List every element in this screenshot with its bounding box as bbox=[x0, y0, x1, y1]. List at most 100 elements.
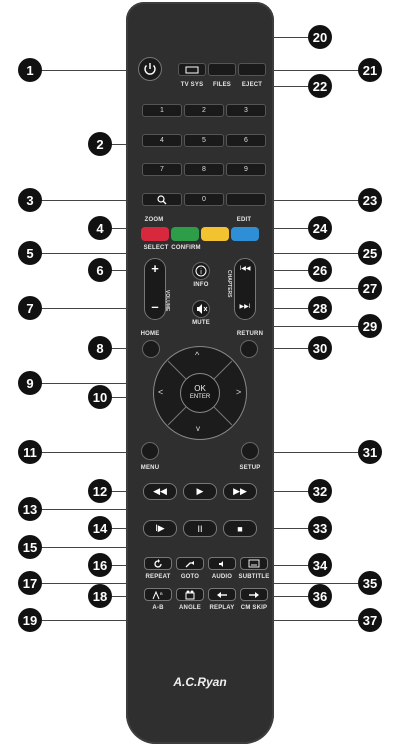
red-key[interactable] bbox=[141, 227, 169, 241]
blue-key[interactable] bbox=[231, 227, 259, 241]
power-icon bbox=[144, 63, 156, 75]
callout-37: 37 bbox=[358, 608, 382, 632]
callout-12: 12 bbox=[88, 479, 112, 503]
right-arrow[interactable]: > bbox=[236, 387, 241, 397]
key-9[interactable]: 9 bbox=[226, 163, 266, 176]
search-button[interactable] bbox=[142, 193, 182, 206]
dpad[interactable]: ^ v < > OK ENTER bbox=[153, 346, 247, 440]
play-button[interactable]: ▶ bbox=[183, 483, 217, 500]
key-2[interactable]: 2 bbox=[184, 104, 224, 117]
subtitle-icon bbox=[248, 559, 260, 568]
goto-icon bbox=[185, 560, 194, 567]
yellow-key[interactable] bbox=[201, 227, 229, 241]
select-label: SELECT bbox=[143, 245, 169, 251]
callout-30: 30 bbox=[308, 336, 332, 360]
fast-forward-button[interactable]: ▶▶ bbox=[223, 483, 257, 500]
files-button[interactable] bbox=[208, 63, 236, 76]
key-5[interactable]: 5 bbox=[184, 134, 224, 147]
chapters-rocker[interactable]: I◀◀ ▶▶I bbox=[234, 258, 256, 320]
mute-icon bbox=[197, 304, 208, 314]
callout-20: 20 bbox=[308, 25, 332, 49]
tvsys-button[interactable] bbox=[178, 63, 206, 76]
stop-button[interactable]: ■ bbox=[223, 520, 257, 537]
info-button[interactable]: i bbox=[192, 262, 210, 280]
tvsys-label: TV SYS bbox=[180, 82, 204, 88]
volume-up-symbol[interactable]: + bbox=[145, 261, 165, 276]
eject-button[interactable] bbox=[238, 63, 266, 76]
audio-button[interactable] bbox=[208, 557, 236, 570]
callout-32: 32 bbox=[308, 479, 332, 503]
mute-button[interactable] bbox=[192, 300, 210, 318]
callout-27: 27 bbox=[358, 276, 382, 300]
callout-21: 21 bbox=[358, 58, 382, 82]
callout-22: 22 bbox=[308, 74, 332, 98]
callout-4: 4 bbox=[88, 216, 112, 240]
key-4[interactable]: 4 bbox=[142, 134, 182, 147]
rewind-button[interactable]: ◀◀ bbox=[143, 483, 177, 500]
return-label: RETURN bbox=[236, 331, 264, 337]
ab-repeat-button[interactable]: B bbox=[144, 588, 172, 601]
camera-icon bbox=[185, 590, 195, 599]
search-icon bbox=[157, 194, 167, 204]
remote-diagram: TV SYS FILES EJECT 1 2 3 4 5 6 7 8 9 0 Z… bbox=[0, 0, 401, 746]
callout-14: 14 bbox=[88, 516, 112, 540]
pause-button[interactable]: II bbox=[183, 520, 217, 537]
volume-down-symbol[interactable]: – bbox=[145, 299, 165, 314]
goto-button[interactable] bbox=[176, 557, 204, 570]
callout-31: 31 bbox=[358, 440, 382, 464]
callout-25: 25 bbox=[358, 241, 382, 265]
key-8[interactable]: 8 bbox=[184, 163, 224, 176]
ok-enter-button[interactable]: OK ENTER bbox=[180, 373, 220, 413]
menu-label: MENU bbox=[140, 465, 160, 471]
angle-button[interactable] bbox=[176, 588, 204, 601]
step-button[interactable]: I▶ bbox=[143, 520, 177, 537]
callout-28: 28 bbox=[308, 296, 332, 320]
repeat-label: REPEAT bbox=[145, 574, 171, 580]
volume-rocker[interactable]: + – bbox=[144, 258, 166, 320]
ok-label: OK bbox=[194, 384, 206, 393]
key-7[interactable]: 7 bbox=[142, 163, 182, 176]
down-arrow[interactable]: v bbox=[196, 424, 200, 433]
callout-35: 35 bbox=[358, 571, 382, 595]
left-arrow[interactable]: < bbox=[158, 387, 163, 397]
callout-33: 33 bbox=[308, 516, 332, 540]
callout-24: 24 bbox=[308, 216, 332, 240]
key-3[interactable]: 3 bbox=[226, 104, 266, 117]
enter-label: ENTER bbox=[189, 394, 211, 400]
mute-label: MUTE bbox=[192, 320, 210, 326]
key-6[interactable]: 6 bbox=[226, 134, 266, 147]
zoom-label: ZOOM bbox=[144, 217, 164, 223]
callout-11: 11 bbox=[18, 440, 42, 464]
key-0[interactable]: 0 bbox=[184, 193, 224, 206]
callout-1: 1 bbox=[18, 58, 42, 82]
angle-label: ANGLE bbox=[179, 605, 201, 611]
menu-button[interactable] bbox=[141, 442, 159, 460]
setup-label: SETUP bbox=[239, 465, 261, 471]
key-1[interactable]: 1 bbox=[142, 104, 182, 117]
blank-key[interactable] bbox=[226, 193, 266, 206]
brand-logo: A.C.Ryan bbox=[173, 675, 227, 689]
up-arrow[interactable]: ^ bbox=[195, 350, 199, 360]
replay-button[interactable] bbox=[208, 588, 236, 601]
repeat-button[interactable] bbox=[144, 557, 172, 570]
green-key[interactable] bbox=[171, 227, 199, 241]
volume-label: VOLUME bbox=[164, 290, 170, 312]
info-label: INFO bbox=[193, 282, 209, 288]
replay-label: REPLAY bbox=[209, 605, 235, 611]
edit-label: EDIT bbox=[236, 217, 252, 223]
power-button[interactable] bbox=[138, 57, 162, 81]
callout-17: 17 bbox=[18, 571, 42, 595]
callout-8: 8 bbox=[88, 336, 112, 360]
audio-label: AUDIO bbox=[211, 574, 233, 580]
callout-34: 34 bbox=[308, 553, 332, 577]
callout-13: 13 bbox=[18, 497, 42, 521]
setup-button[interactable] bbox=[241, 442, 259, 460]
cm-skip-button[interactable] bbox=[240, 588, 268, 601]
files-label: FILES bbox=[212, 82, 232, 88]
next-chapter-symbol[interactable]: ▶▶I bbox=[235, 303, 255, 310]
subtitle-button[interactable] bbox=[240, 557, 268, 570]
audio-icon bbox=[219, 560, 223, 567]
goto-label: GOTO bbox=[180, 574, 200, 580]
prev-chapter-symbol[interactable]: I◀◀ bbox=[235, 265, 255, 272]
callout-16: 16 bbox=[88, 553, 112, 577]
